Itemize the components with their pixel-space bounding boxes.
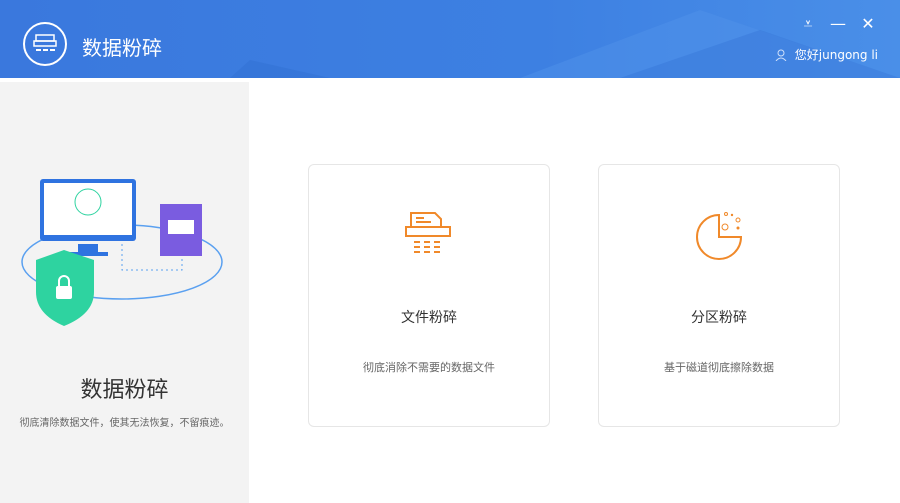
file-shredder-icon (405, 212, 451, 253)
card-title: 文件粉碎 (401, 310, 457, 326)
card-description: 彻底消除不需要的数据文件 (363, 361, 495, 374)
card-description: 基于磁道彻底擦除数据 (664, 361, 774, 374)
left-panel-title: 数据粉碎 (80, 378, 169, 403)
card-title: 分区粉碎 (691, 310, 747, 326)
title-bar: 数据粉碎 ⩡ — ✕ 您好jungong li (0, 0, 900, 78)
menu-button[interactable]: ⩡ (800, 14, 816, 34)
close-button[interactable]: ✕ (860, 14, 876, 34)
left-panel-description: 彻底清除数据文件，使其无法恢复，不留痕迹。 (19, 418, 230, 429)
user-greeting: 您好jungong li (794, 48, 878, 62)
app-title: 数据粉碎 (82, 36, 162, 60)
user-info[interactable]: 您好jungong li (775, 46, 878, 63)
file-shred-card[interactable]: 文件粉碎 彻底消除不需要的数据文件 (308, 164, 550, 427)
partition-shred-card[interactable]: 分区粉碎 基于磁道彻底擦除数据 (598, 164, 840, 427)
left-panel: 数据粉碎 彻底清除数据文件，使其无法恢复，不留痕迹。 (0, 82, 249, 503)
partition-pie-icon (696, 212, 743, 260)
app-logo (23, 22, 67, 66)
shredder-logo-icon (33, 34, 57, 51)
minimize-button[interactable]: — (830, 14, 846, 34)
user-icon (775, 49, 787, 61)
